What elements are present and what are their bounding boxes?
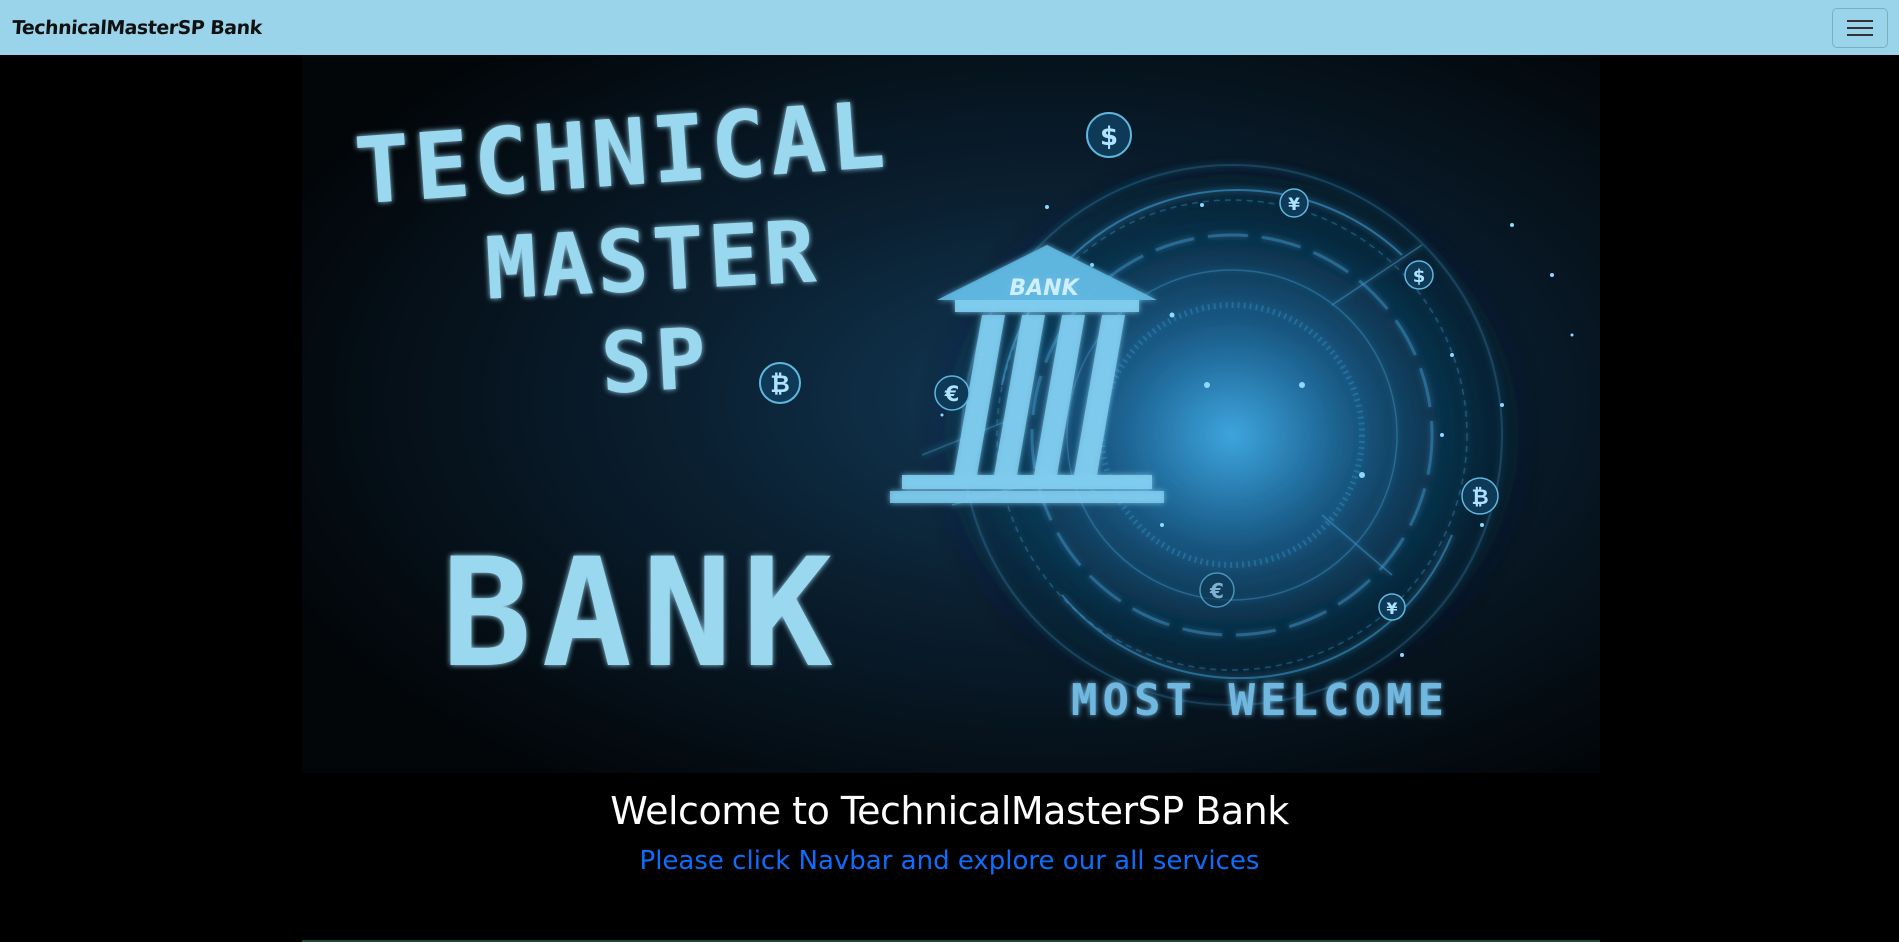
hero-welcome-text: MOST WELCOME (1071, 675, 1449, 726)
svg-text:¥: ¥ (1386, 599, 1397, 618)
building-label: BANK (1009, 276, 1080, 301)
hamburger-menu-icon (1847, 19, 1873, 36)
yen-coin-icon-2: ¥ (1378, 593, 1406, 621)
euro-coin-icon: € (934, 375, 970, 411)
welcome-heading: Welcome to TechnicalMasterSP Bank (610, 789, 1289, 833)
hero-title-line-2: MASTER (483, 202, 822, 319)
svg-text:€: € (944, 382, 960, 406)
navbar-brand[interactable]: TechnicalMasterSP Bank (11, 17, 262, 39)
yen-coin-icon: ¥ (1279, 188, 1309, 218)
svg-text:¥: ¥ (1288, 195, 1300, 215)
welcome-subtitle: Please click Navbar and explore our all … (639, 846, 1260, 876)
svg-text:€: € (1209, 579, 1224, 603)
hero-banner-image: BANK $ ¥ $ ₿ € ₿ € ¥ TECHNICAL MASTER SP… (302, 55, 1600, 773)
svg-text:$: $ (1413, 266, 1426, 287)
dollar-coin-icon: $ (1086, 112, 1132, 158)
navbar-toggler-button[interactable] (1832, 7, 1888, 48)
navbar: TechnicalMasterSP Bank (0, 0, 1899, 55)
bitcoin-coin-icon-2: ₿ (1461, 477, 1499, 515)
hero-title-line-3: SP (598, 309, 712, 413)
svg-text:₿: ₿ (770, 370, 790, 398)
euro-coin-icon-2: € (1199, 572, 1235, 608)
svg-text:$: $ (1100, 122, 1118, 152)
hero-bank-word: BANK (441, 527, 842, 701)
dollar-coin-icon-2: $ (1404, 260, 1434, 290)
bitcoin-coin-icon: ₿ (759, 362, 801, 404)
main-content: BANK $ ¥ $ ₿ € ₿ € ¥ TECHNICAL MASTER SP… (0, 55, 1899, 942)
svg-text:₿: ₿ (1471, 485, 1488, 509)
